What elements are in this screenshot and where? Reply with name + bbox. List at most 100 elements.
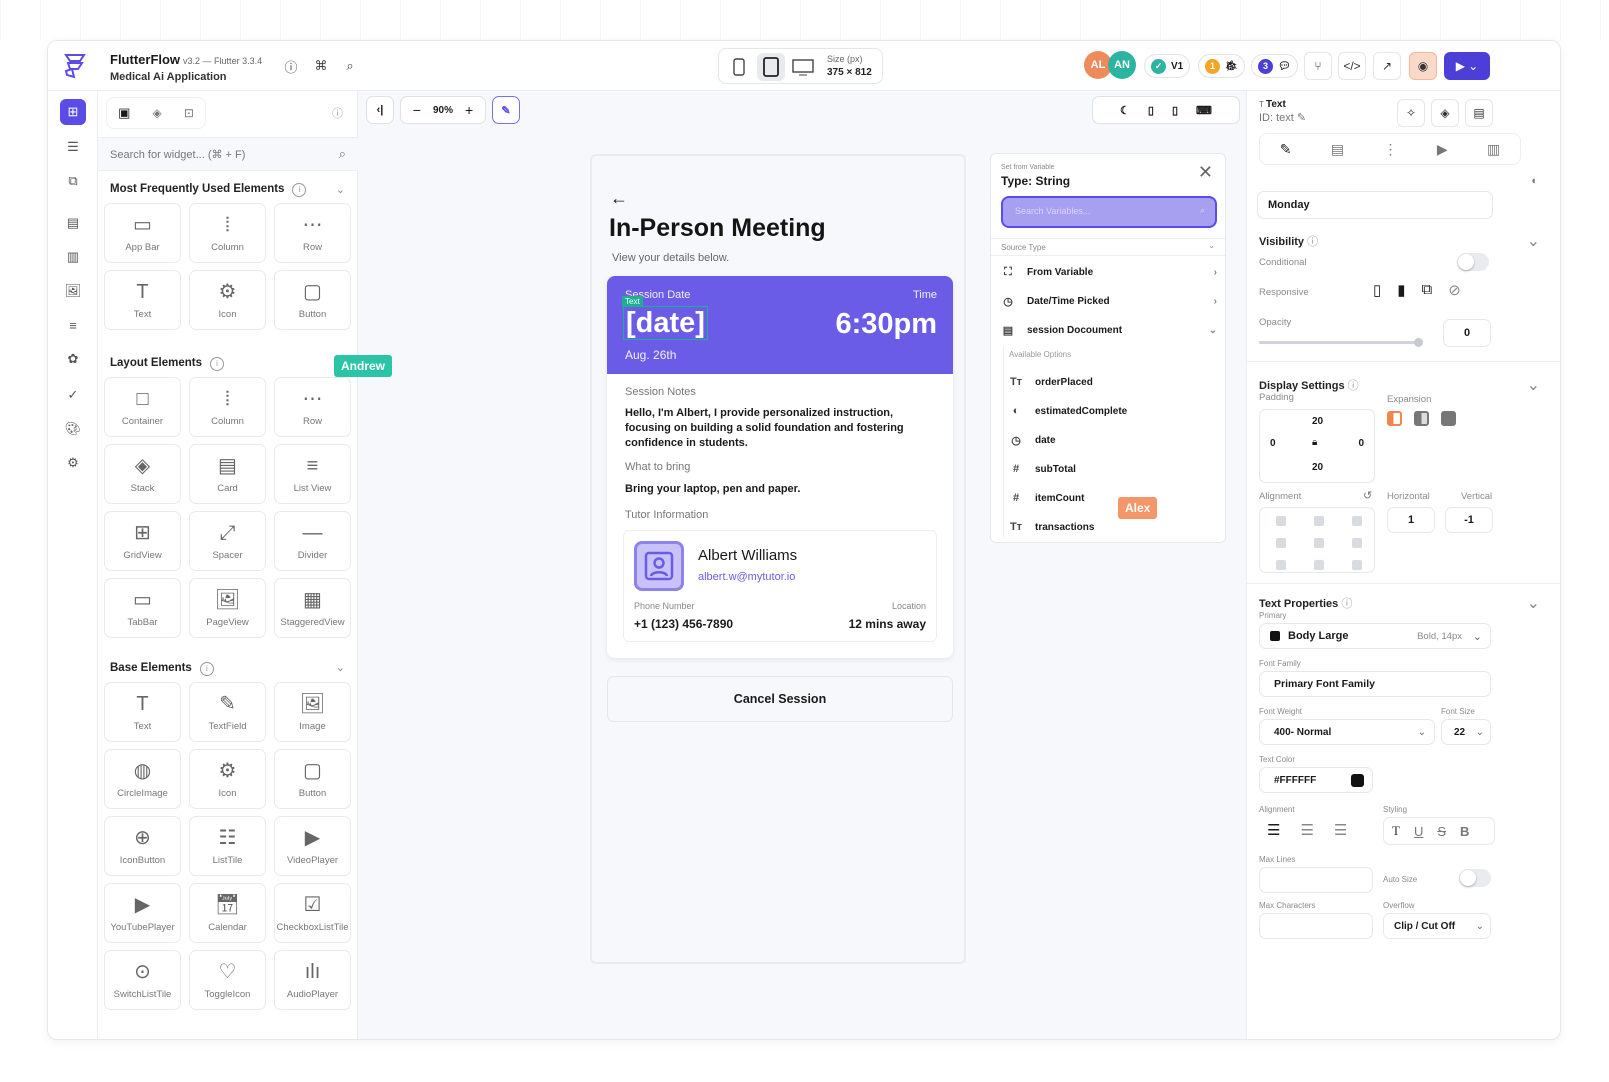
widget-tile-stack[interactable]: ◈ Stack — [104, 444, 181, 504]
font-family-input[interactable]: Primary Font Family — [1259, 671, 1491, 697]
integrations-icon[interactable]: ✿ — [61, 347, 85, 371]
cancel-session-button[interactable]: Cancel Session — [607, 676, 953, 722]
tests-icon[interactable]: ✓ — [61, 383, 85, 407]
alignment-cell[interactable] — [1276, 560, 1286, 570]
widget-tile-icon[interactable]: ⚙ Icon — [189, 749, 266, 809]
chevron-down-icon[interactable]: ⌄ — [1527, 375, 1540, 395]
properties-tab-icon[interactable]: ✎ — [1280, 141, 1292, 158]
tutor-email[interactable]: albert.w@mytutor.io — [698, 571, 795, 583]
edit-pencil-icon[interactable]: ✎ — [1297, 112, 1306, 124]
chevron-down-icon[interactable]: ⌄ — [1527, 231, 1540, 251]
alignment-cell[interactable] — [1276, 516, 1286, 526]
language-icon[interactable]: ◐ — [1531, 175, 1538, 187]
ai-assist-button[interactable]: ✧ — [1397, 99, 1425, 127]
widget-tile-circleimage[interactable]: ◍ CircleImage — [104, 749, 181, 809]
font-weight-dropdown[interactable]: 400- Normal ⌄ — [1259, 719, 1435, 745]
date-subtext[interactable]: Aug. 26th — [625, 348, 676, 362]
widget-tile-gridview[interactable]: ⊞ GridView — [104, 511, 181, 571]
bold-icon[interactable]: B — [1460, 824, 1469, 839]
widget-tile-audioplayer[interactable]: ılı AudioPlayer — [274, 950, 351, 1010]
chevron-down-icon[interactable]: ⌄ — [336, 661, 345, 674]
widget-tile-column[interactable]: ⦙ Column — [189, 377, 266, 437]
widget-tile-spacer[interactable]: ⤢ Spacer — [189, 511, 266, 571]
horizontal-input[interactable]: 1 — [1387, 507, 1435, 533]
chevron-down-icon[interactable]: ⌄ — [1527, 593, 1540, 613]
widget-tile-listtile[interactable]: ☷ ListTile — [189, 816, 266, 876]
widget-tile-videoplayer[interactable]: ▶ VideoPlayer — [274, 816, 351, 876]
conditional-toggle[interactable] — [1457, 253, 1489, 271]
widget-id[interactable]: ID: text ✎ — [1259, 111, 1306, 124]
expansion-default-icon[interactable] — [1414, 411, 1429, 426]
opacity-input[interactable]: 0 — [1443, 319, 1491, 347]
opacity-slider[interactable] — [1259, 338, 1423, 347]
component-button[interactable]: ◈ — [1431, 99, 1459, 127]
widgets-tab-icon[interactable]: ▣ — [118, 105, 130, 121]
widget-tile-card[interactable]: ▤ Card — [189, 444, 266, 504]
search-variables-input[interactable]: Search Variables... ⌕ — [1001, 196, 1217, 228]
text-style-dropdown[interactable]: Body Large Bold, 14px ⌄ — [1259, 623, 1491, 649]
auto-size-toggle[interactable] — [1459, 869, 1491, 887]
templates-tab-icon[interactable]: ⊡ — [184, 106, 194, 120]
alignment-cell[interactable] — [1352, 538, 1362, 548]
tutor-card[interactable]: Albert Williams albert.w@mytutor.io Phon… — [623, 530, 937, 642]
settings-icon[interactable]: ⚙ — [61, 451, 85, 475]
section-layout-header[interactable]: Layout Elements i — [110, 357, 225, 371]
max-lines-input[interactable] — [1259, 867, 1373, 893]
version-pill[interactable]: ✓ V1 — [1144, 54, 1191, 78]
source-type-dropdown[interactable]: Source Type ⌄ — [991, 238, 1225, 256]
preview-button[interactable]: ◉ — [1409, 52, 1437, 80]
api-calls-icon[interactable]: ▥ — [61, 245, 85, 269]
custom-code-icon[interactable]: ≡ — [61, 313, 85, 337]
desktop-device-button[interactable] — [789, 53, 817, 81]
reset-icon[interactable]: ↺ — [1363, 489, 1372, 502]
font-style-icon[interactable]: T — [1392, 823, 1400, 839]
bring-text[interactable]: Bring your laptop, pen and paper. — [625, 482, 935, 497]
variable-option[interactable]: ◷ date — [1009, 434, 1225, 447]
date-text-selected[interactable]: [date] — [623, 306, 708, 340]
widget-tile-text[interactable]: T Text — [104, 270, 181, 330]
alignment-cell[interactable] — [1352, 560, 1362, 570]
strikethrough-icon[interactable]: S — [1437, 824, 1446, 839]
notes-text[interactable]: Hello, I'm Albert, I provide personalize… — [625, 406, 935, 451]
keyboard-icon[interactable]: ⌨ — [1196, 104, 1212, 117]
widget-tile-text[interactable]: T Text — [104, 682, 181, 742]
widget-tile-row[interactable]: ⋯ Row — [274, 203, 351, 263]
source-datetime-picked[interactable]: ◷ Date/Time Picked › — [1001, 295, 1217, 308]
vertical-input[interactable]: -1 — [1445, 507, 1493, 533]
widget-tile-tabbar[interactable]: ▭ TabBar — [104, 578, 181, 638]
responsive-preview-icon[interactable]: ▯ — [1148, 104, 1154, 117]
widget-tile-calendar[interactable]: 📅︎ Calendar — [189, 883, 266, 943]
section-frequent-header[interactable]: Most Frequently Used Elements i — [110, 183, 307, 197]
color-swatch[interactable] — [1351, 773, 1364, 787]
tablet-device-button[interactable] — [757, 53, 785, 81]
media-assets-icon[interactable]: 🖼︎ — [61, 279, 85, 303]
padding-left[interactable]: 0 — [1270, 438, 1276, 449]
opacity-slider-handle[interactable] — [1414, 338, 1423, 347]
display-settings-header[interactable]: Display Settings ⓘ — [1259, 377, 1359, 393]
widget-palette-icon[interactable]: ⊞ — [60, 99, 86, 125]
components-tab-icon[interactable]: ◈ — [152, 106, 161, 120]
variable-option[interactable]: ◐ estimatedComplete — [1009, 405, 1225, 417]
widget-tile-divider[interactable]: — Divider — [274, 511, 351, 571]
widget-tile-container[interactable]: □ Container — [104, 377, 181, 437]
overflow-dropdown[interactable]: Clip / Cut Off ⌄ — [1383, 913, 1491, 939]
zoom-in-button[interactable]: + — [465, 102, 473, 118]
dark-mode-icon[interactable]: ☾ — [1120, 104, 1130, 117]
visibility-header[interactable]: Visibility ⓘ — [1259, 233, 1318, 249]
expansion-flexible-icon[interactable] — [1387, 411, 1402, 426]
widget-tile-staggeredview[interactable]: ▦ StaggeredView — [274, 578, 351, 638]
backend-query-tab-icon[interactable]: ▤ — [1331, 141, 1344, 158]
widget-search-input[interactable]: Search for widget... (⌘ + F) ⌕ — [98, 137, 358, 171]
widget-tile-image[interactable]: 🖼︎ Image — [274, 682, 351, 742]
widget-tile-youtubeplayer[interactable]: ▶ YouTubePlayer — [104, 883, 181, 943]
comments-pill[interactable]: 3 💬︎ — [1251, 54, 1298, 78]
avatar-an[interactable]: AN — [1108, 51, 1136, 79]
alignment-cell[interactable] — [1314, 560, 1324, 570]
widget-tree-icon[interactable]: ☰ — [61, 135, 85, 159]
zoom-out-button[interactable]: − — [413, 102, 421, 118]
collapse-panel-button[interactable]: ‹| — [366, 96, 394, 124]
widget-tile-button[interactable]: ▢ Button — [274, 270, 351, 330]
source-from-variable[interactable]: ⛶ From Variable › — [1001, 266, 1217, 279]
phone-visibility-icon[interactable]: ▯ — [1373, 281, 1381, 299]
alignment-cell[interactable] — [1314, 538, 1324, 548]
